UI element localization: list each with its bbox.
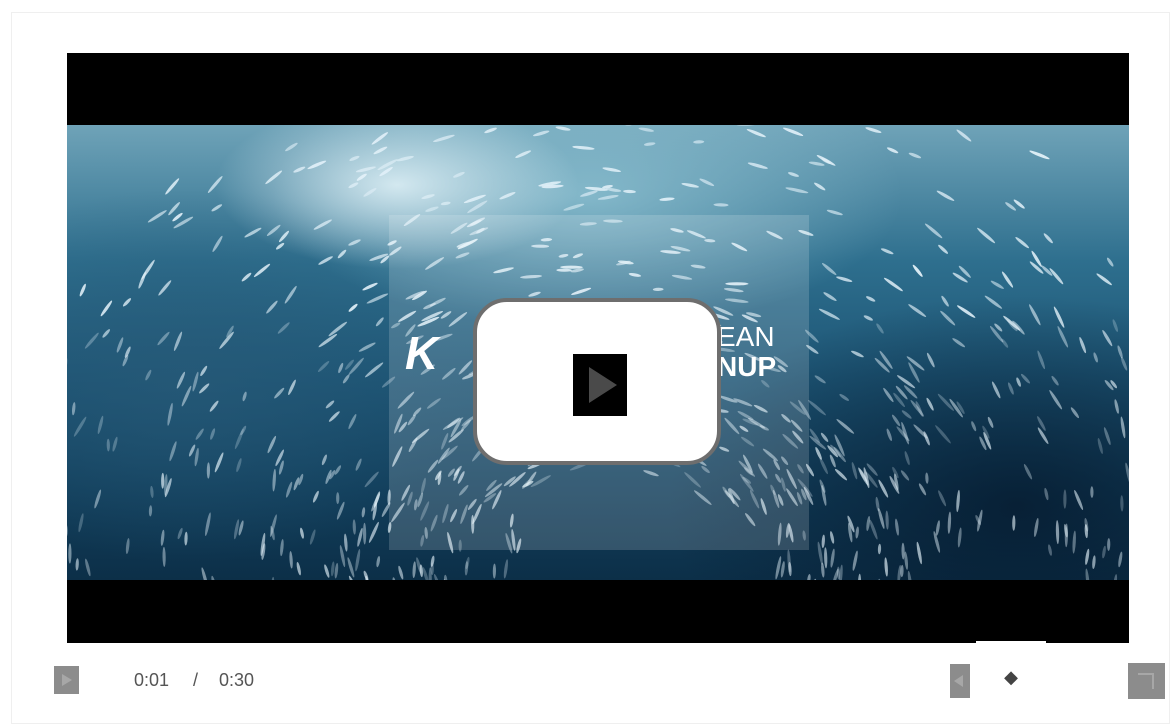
volume-slider-handle[interactable]: ◆ — [1000, 666, 1022, 688]
control-bar: 0:01 / 0:30 ◆ — [0, 641, 1171, 725]
time-separator: / — [193, 670, 199, 690]
play-button[interactable] — [54, 666, 79, 694]
logo-line-1: EAN — [717, 321, 775, 352]
volume-slider-track[interactable] — [976, 641, 1046, 645]
play-icon — [573, 354, 627, 416]
volume-button[interactable] — [950, 664, 970, 698]
video-player[interactable]: K EAN NUP — [67, 53, 1129, 643]
logo-brand-mark: K — [405, 327, 438, 379]
total-duration: 0:30 — [219, 670, 255, 690]
fullscreen-button[interactable] — [1128, 663, 1165, 699]
big-play-button[interactable] — [473, 298, 721, 465]
logo-line-2: NUP — [717, 351, 777, 382]
current-time: 0:01 — [134, 670, 170, 690]
